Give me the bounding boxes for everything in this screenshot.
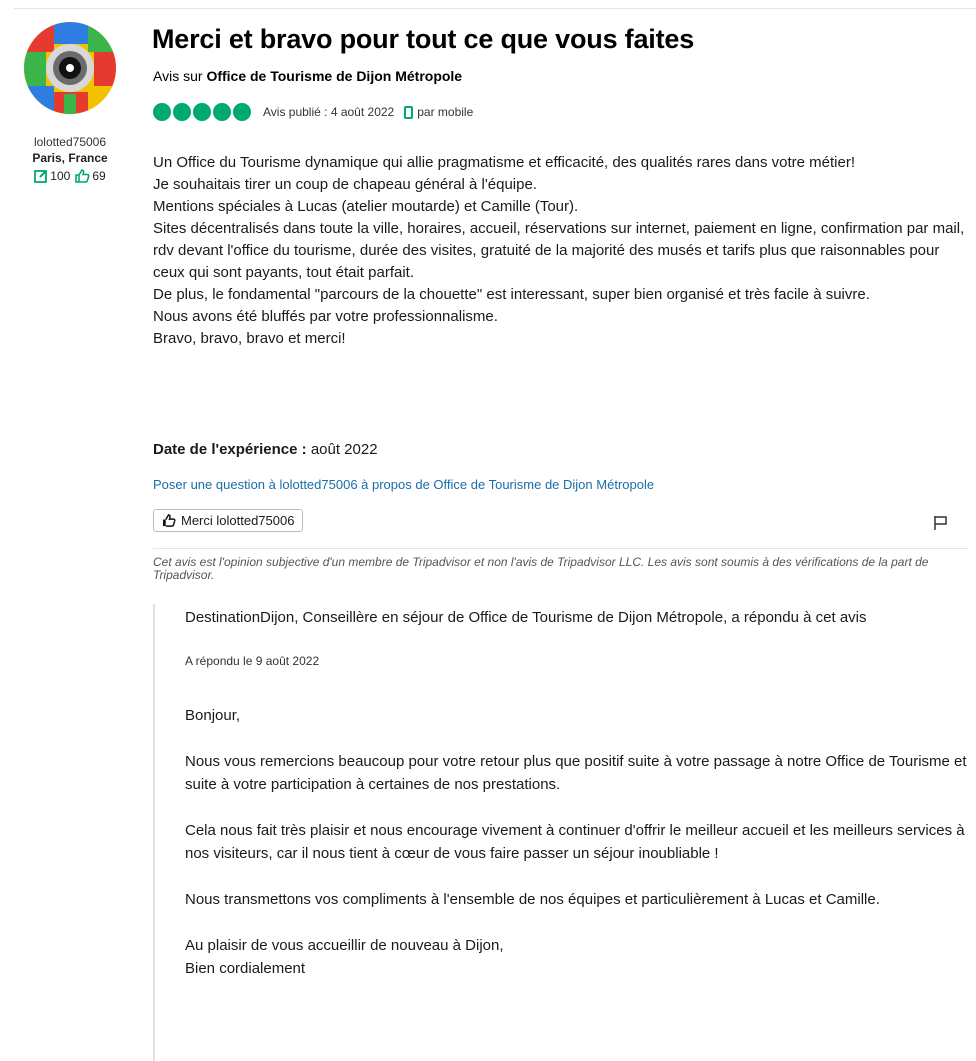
response-paragraph: Bonjour, (185, 707, 241, 724)
published-date: Avis publié : 4 août 2022 (263, 105, 395, 119)
response-header: DestinationDijon, Conseillère en séjour … (185, 609, 867, 626)
rating-bubble-icon (153, 103, 171, 121)
experience-date-label: Date de l'expérience : (153, 441, 307, 458)
reviewer-location: Paris, France (32, 151, 108, 165)
response-paragraph: Nous transmettons vos compliments à l'en… (185, 891, 880, 908)
edit-icon (34, 170, 48, 183)
review-paragraph: De plus, le fondamental "parcours de la … (153, 286, 870, 303)
rating-bubble-icon (233, 103, 251, 121)
rating-bubble-icon (173, 103, 191, 121)
flag-icon[interactable] (932, 515, 948, 531)
reviewer-info: lolotted75006 Paris, France 100 69 (8, 134, 132, 184)
review-paragraph: Mentions spéciales à Lucas (atelier mout… (153, 198, 579, 215)
rating-bubble-icon (193, 103, 211, 121)
response-border (153, 604, 155, 1061)
experience-date: Date de l'expérience : août 2022 (153, 441, 378, 458)
rating-bubble-icon (213, 103, 231, 121)
top-divider (14, 8, 976, 9)
thumbs-up-icon (162, 514, 176, 527)
response-closing-line: Bien cordialement (185, 960, 306, 977)
response-paragraph: Cela nous fait très plaisir et nous enco… (185, 822, 965, 862)
experience-date-value: août 2022 (310, 441, 378, 458)
review-paragraph: Bravo, bravo, bravo et merci! (153, 330, 346, 347)
response-closing-line: Au plaisir de vous accueillir de nouveau… (185, 937, 504, 954)
review-paragraph: Sites décentralisés dans toute la ville,… (153, 220, 965, 281)
review-subject-name[interactable]: Office de Tourisme de Dijon Métropole (206, 68, 462, 84)
review-divider (153, 548, 968, 549)
reviewer-stats: 100 69 (8, 168, 132, 184)
disclaimer-text: Cet avis est l'opinion subjective d'un m… (153, 555, 929, 582)
review-title[interactable]: Merci et bravo pour tout ce que vous fai… (152, 24, 694, 55)
mobile-icon (404, 105, 414, 119)
thanks-button-label: Merci lolotted75006 (181, 513, 295, 528)
helpful-votes-count: 69 (92, 169, 106, 183)
reviewer-username[interactable]: lolotted75006 (8, 134, 132, 150)
thanks-button[interactable]: Merci lolotted75006 (153, 509, 304, 532)
response-date: A répondu le 9 août 2022 (185, 654, 320, 668)
review-paragraph: Un Office du Tourisme dynamique qui alli… (153, 154, 856, 171)
thumbs-up-icon (75, 169, 90, 183)
review-subject-prefix: Avis sur (153, 68, 203, 84)
contributions-count: 100 (50, 169, 71, 183)
published-via: par mobile (417, 105, 474, 119)
ask-question-link[interactable]: Poser une question à lolotted75006 à pro… (153, 477, 654, 492)
response-closing: Au plaisir de vous accueillir de nouveau… (185, 934, 970, 980)
avatar[interactable] (24, 22, 116, 114)
review-body: Un Office du Tourisme dynamique qui alli… (153, 152, 968, 350)
response-paragraph: Nous vous remercions beaucoup pour votre… (185, 753, 967, 793)
review-paragraph: Je souhaitais tirer un coup de chapeau g… (153, 176, 537, 193)
response-body: Bonjour, Nous vous remercions beaucoup p… (185, 704, 970, 980)
review-paragraph: Nous avons été bluffés par votre profess… (153, 308, 498, 325)
review-subject: Avis sur Office de Tourisme de Dijon Mét… (153, 68, 462, 84)
rating-row: Avis publié : 4 août 2022 par mobile (153, 103, 473, 121)
